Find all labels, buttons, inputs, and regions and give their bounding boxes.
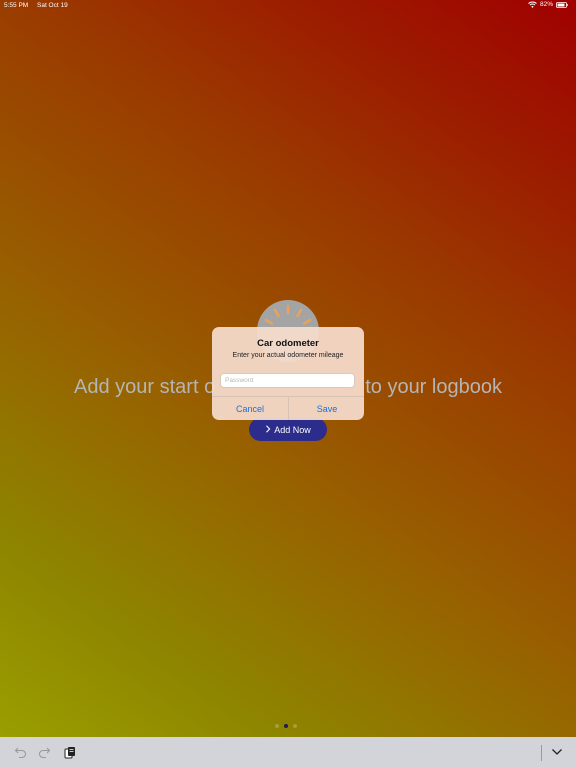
battery-icon bbox=[556, 1, 568, 8]
odometer-input[interactable] bbox=[220, 373, 355, 388]
chevron-right-icon bbox=[265, 424, 271, 435]
undo-icon[interactable] bbox=[13, 745, 27, 759]
page-indicator[interactable] bbox=[275, 724, 297, 728]
dialog-message: Enter your actual odometer mileage bbox=[232, 352, 344, 359]
toolbar-separator bbox=[541, 745, 542, 761]
status-indicators: 82% bbox=[528, 1, 568, 8]
save-button[interactable]: Save bbox=[289, 397, 364, 420]
battery-percent: 82% bbox=[539, 1, 553, 8]
redo-icon[interactable] bbox=[37, 745, 51, 759]
logbook-message-right: to your logbook bbox=[365, 376, 502, 398]
add-now-button[interactable]: Add Now bbox=[249, 418, 327, 441]
page-dot-active[interactable] bbox=[284, 724, 288, 728]
status-date: Sat Oct 19 bbox=[37, 2, 68, 9]
add-now-label: Add Now bbox=[274, 424, 311, 435]
clipboard-icon[interactable] bbox=[63, 745, 77, 759]
chevron-down-icon[interactable] bbox=[550, 745, 564, 759]
page-dot[interactable] bbox=[293, 724, 297, 728]
wifi-icon bbox=[528, 1, 537, 8]
cancel-button[interactable]: Cancel bbox=[212, 397, 288, 420]
dialog-title: Car odometer bbox=[257, 338, 319, 349]
status-time: 5:55 PM bbox=[4, 2, 29, 9]
odometer-dialog: Car odometer Enter your actual odometer … bbox=[212, 327, 364, 420]
status-bar: 5:55 PM Sat Oct 19 82% bbox=[0, 0, 576, 12]
logbook-message-left: Add your start o bbox=[74, 376, 216, 398]
page-dot[interactable] bbox=[275, 724, 279, 728]
keyboard-shortcut-bar bbox=[0, 737, 576, 768]
